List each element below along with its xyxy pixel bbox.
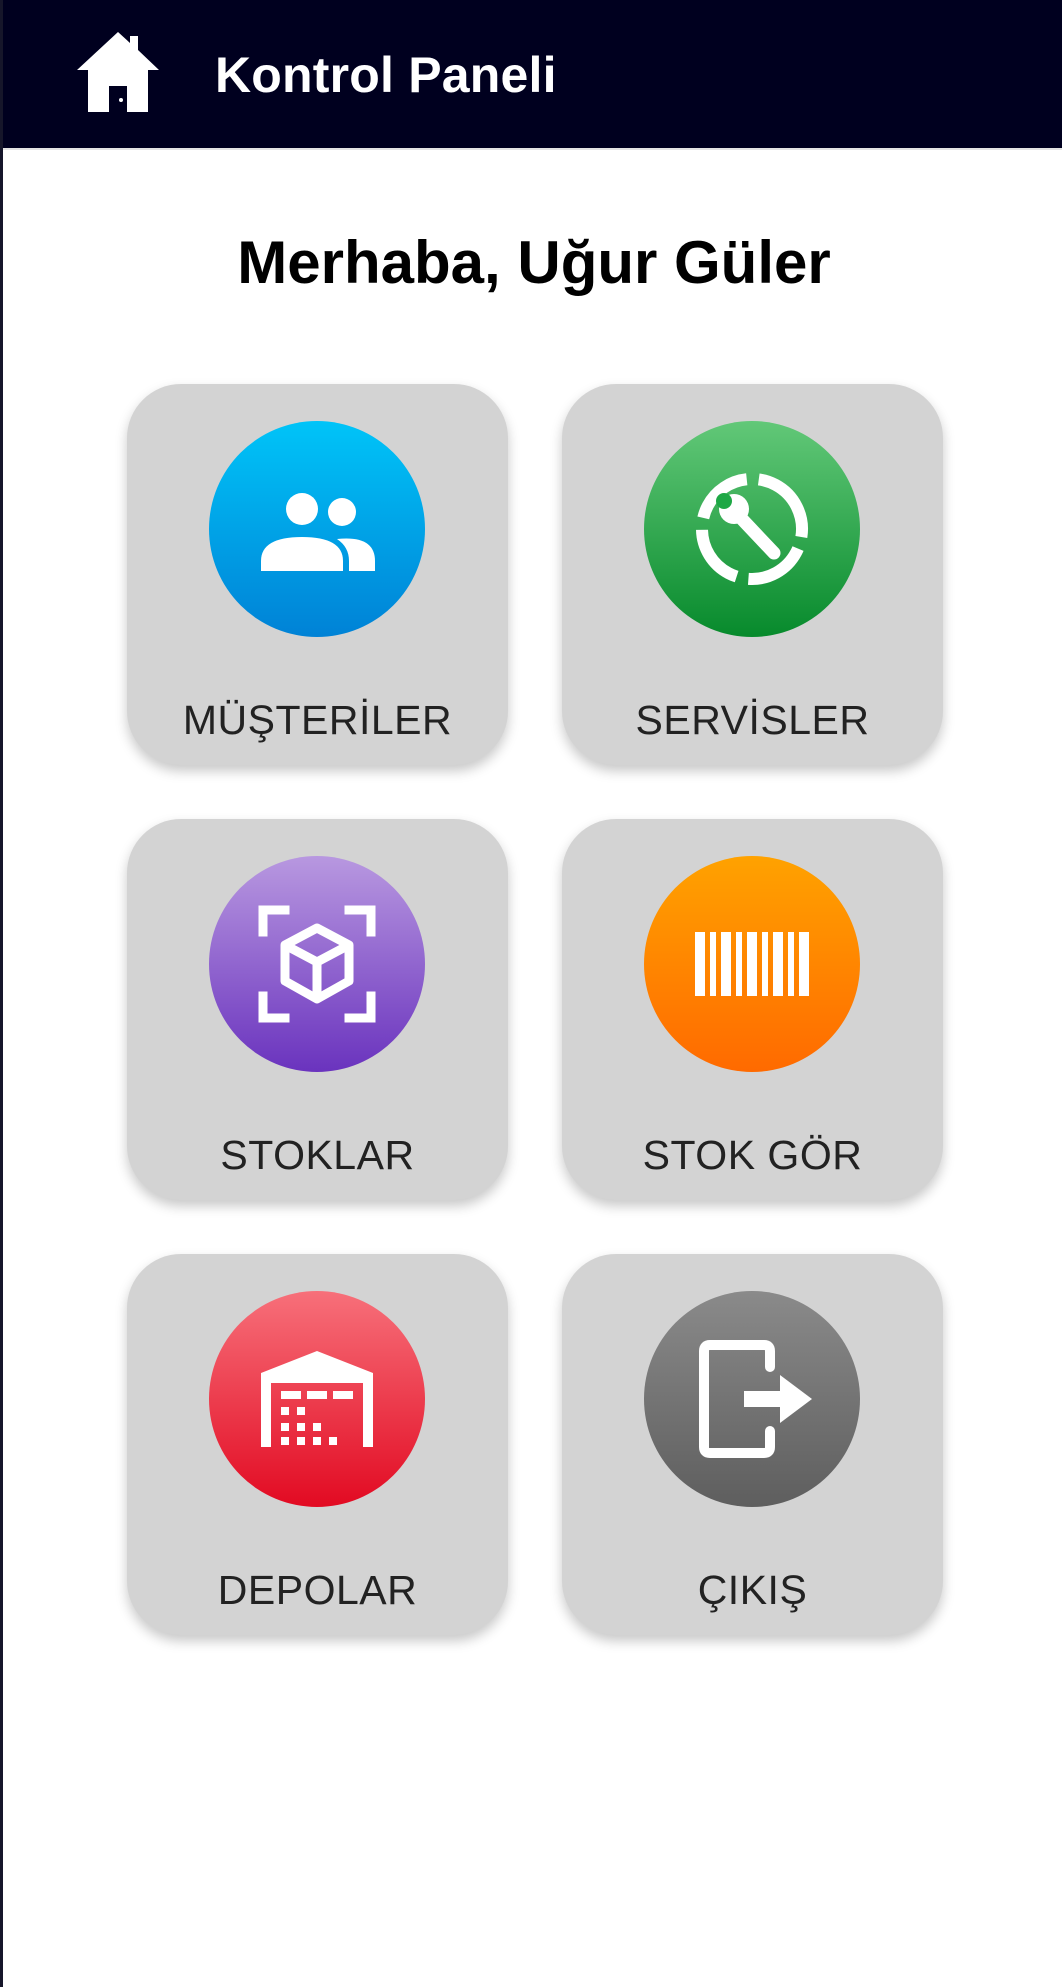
services-label: SERVİSLER <box>635 697 870 743</box>
logout-tile[interactable]: ÇIKIŞ <box>562 1254 943 1635</box>
services-tile[interactable]: SERVİSLER <box>562 384 943 765</box>
app-title: Kontrol Paneli <box>215 47 557 103</box>
greeting-text: Merhaba, Uğur Güler <box>237 229 831 296</box>
app-bar: Kontrol Paneli <box>3 0 1062 150</box>
warehouses-label: DEPOLAR <box>217 1567 418 1613</box>
logout-icon <box>644 1291 860 1507</box>
customers-icon <box>209 421 425 637</box>
stocks-tile[interactable]: STOKLAR <box>127 819 508 1200</box>
warehouse-icon <box>209 1291 425 1507</box>
stocks-label: STOKLAR <box>220 1132 415 1178</box>
stock-view-label: STOK GÖR <box>642 1132 863 1178</box>
warehouses-tile[interactable]: DEPOLAR <box>127 1254 508 1635</box>
stock-box-icon <box>209 856 425 1072</box>
service-wrench-icon <box>644 421 860 637</box>
logout-label: ÇIKIŞ <box>697 1567 808 1613</box>
customers-tile[interactable]: MÜŞTERİLER <box>127 384 508 765</box>
barcode-icon <box>644 856 860 1072</box>
stock-view-tile[interactable]: STOK GÖR <box>562 819 943 1200</box>
customers-label: MÜŞTERİLER <box>182 697 453 743</box>
home-icon[interactable] <box>75 30 161 114</box>
